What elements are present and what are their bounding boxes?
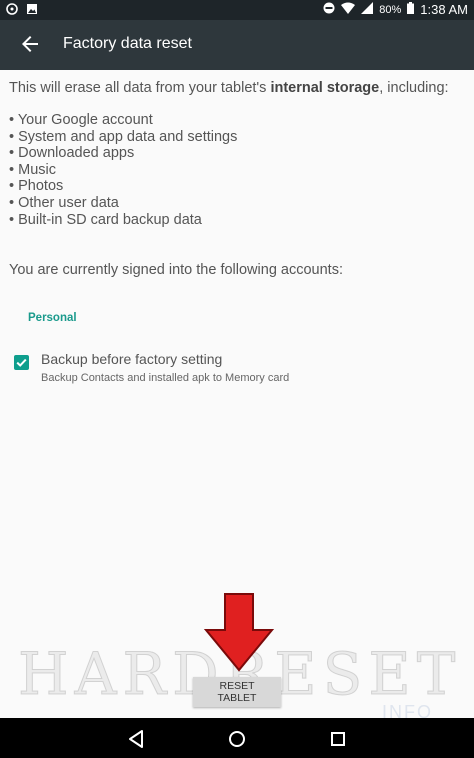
reset-description: This will erase all data from your table… (9, 78, 464, 278)
notification-icon (6, 3, 18, 18)
list-item: Music (9, 162, 464, 179)
signed-in-text: You are currently signed into the follow… (9, 262, 343, 278)
list-item: Photos (9, 178, 464, 195)
signal-icon (361, 2, 374, 17)
do-not-disturb-icon (323, 2, 335, 17)
reset-tablet-button[interactable]: RESET TABLET (193, 677, 281, 707)
list-item: Built-in SD card backup data (9, 212, 464, 229)
check-icon (16, 358, 27, 367)
image-notification-icon (26, 3, 38, 18)
list-item: Your Google account (9, 112, 464, 129)
clock: 1:38 AM (420, 2, 468, 17)
home-circle-icon[interactable] (226, 728, 248, 750)
down-arrow-icon (203, 593, 275, 672)
intro-suffix: , including: (379, 80, 449, 96)
backup-title: Backup before factory setting (41, 351, 223, 367)
backup-subtitle: Backup Contacts and installed apk to Mem… (41, 372, 290, 384)
erase-list: Your Google account System and app data … (9, 112, 464, 228)
app-bar: Factory data reset (0, 20, 474, 70)
page-title: Factory data reset (63, 35, 192, 52)
list-item: Downloaded apps (9, 145, 464, 162)
wifi-icon (341, 2, 356, 17)
battery-level: 80% (379, 3, 402, 16)
backup-checkbox[interactable] (14, 355, 29, 370)
backup-checkbox-row[interactable]: Backup before factory setting Backup Con… (14, 348, 454, 388)
intro-bold: internal storage (270, 80, 380, 96)
status-bar: 80% 1:38 AM (0, 0, 474, 20)
battery-icon (407, 2, 415, 17)
list-item: System and app data and settings (9, 129, 464, 146)
section-header-personal: Personal (28, 312, 77, 324)
recents-square-icon[interactable] (327, 728, 349, 750)
navigation-bar (0, 718, 474, 758)
arrow-back-icon[interactable] (18, 32, 42, 56)
list-item: Other user data (9, 195, 464, 212)
intro-prefix: This will erase all data from your table… (9, 80, 271, 96)
intro-text: This will erase all data from your table… (9, 78, 464, 98)
back-triangle-icon[interactable] (126, 728, 148, 750)
